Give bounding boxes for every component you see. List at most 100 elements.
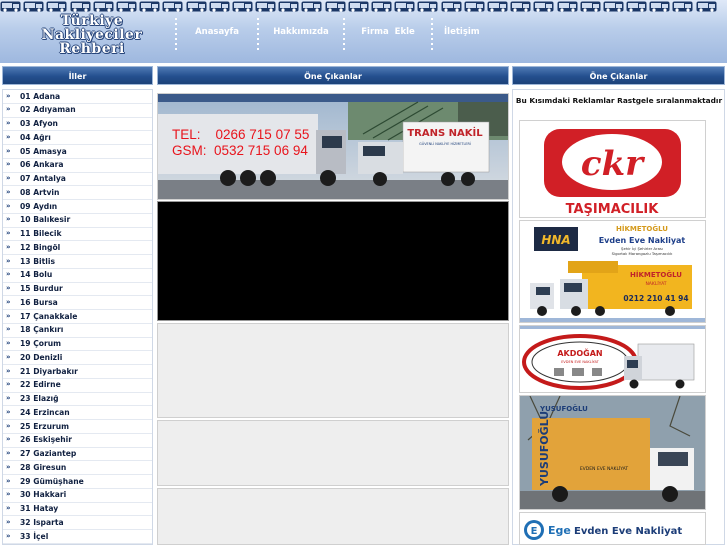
ad-yusufoglu-nakliyat[interactable]: YUSUFOĞLU EVDEN EVE NAKLİYAT YUSUFOĞLU [519,395,706,510]
ckr-name-text: TAŞIMACILIK [566,202,660,217]
city-label: 30 Hakkari [20,490,67,500]
main-nav: Anasayfa Hakkımızda Firma Ekle İletişim [166,18,494,50]
ad-hikmetoglu-nakliyat[interactable]: HNA HİKMETOĞLU Evden Eve Nakliyat Şehir … [519,220,706,323]
city-link[interactable]: » 18 Çankırı [3,324,152,338]
double-chevron-right-icon: » [6,504,11,512]
city-link[interactable]: » 16 Bursa [3,296,152,310]
featured-gsm-text: GSM: 0532 715 06 94 [172,143,308,158]
truck-icon [232,1,253,12]
city-link[interactable]: » 10 Balıkesir [3,214,152,228]
ad-akdogan-nakliyat[interactable]: AKDOĞAN EVDEN EVE NAKLİYAT [519,325,706,393]
city-link[interactable]: » 07 Antalya [3,173,152,187]
city-link[interactable]: » 14 Bolu [3,269,152,283]
city-link[interactable]: » 17 Çanakkale [3,310,152,324]
nav-add-company-link[interactable]: Firma Ekle [354,18,422,50]
hikmetoglu-sub-text: Evden Eve Nakliyat [599,236,686,245]
city-label: 01 Adana [20,91,61,101]
city-link[interactable]: » 33 İçel [3,530,152,544]
city-link[interactable]: » 26 Eskişehir [3,434,152,448]
double-chevron-right-icon: » [6,449,11,457]
featured-slot-3[interactable] [157,323,509,418]
city-link[interactable]: » 25 Erzurum [3,420,152,434]
double-chevron-right-icon: » [6,339,11,347]
double-chevron-right-icon: » [6,174,11,182]
city-label: 23 Elazığ [20,394,59,403]
double-chevron-right-icon: » [6,476,11,485]
yusufoglu-top-text: YUSUFOĞLU [539,404,588,413]
truck-brand-text: TRANS NAKİL [407,125,483,139]
city-label: 05 Amasya [20,146,67,156]
ckr-logo: ckr TAŞIMACILIK [544,129,681,217]
city-link[interactable]: » 22 Edirne [3,379,152,393]
truck-icon [93,1,114,12]
nav-contact-link[interactable]: İletişim [442,18,494,50]
truck-icon [348,1,369,12]
truck-icon [255,1,276,12]
city-link[interactable]: » 29 Gümüşhane [3,475,152,489]
truck-icon [23,1,44,12]
site-logo[interactable]: Türkiye Nakliyeciler Rehberi [22,14,162,56]
ege-ad-graphic: E Ege Evden Eve Nakliyat [520,513,705,544]
city-link[interactable]: » 21 Diyarbakır [3,365,152,379]
city-label: 04 Ağrı [20,132,51,142]
ege-logo-text: E [531,526,538,537]
site-header: Türkiye Nakliyeciler Rehberi Anasayfa Ha… [0,0,727,63]
city-link[interactable]: » 01 Adana [3,90,152,104]
hikmetoglu-truck-sub-text: NAKLİYAT [645,280,666,287]
city-link[interactable]: » 24 Erzincan [3,406,152,420]
city-link[interactable]: » 09 Aydın [3,200,152,214]
truck-icon [649,1,670,12]
city-link[interactable]: » 12 Bingöl [3,241,152,255]
featured-slot-5[interactable] [157,488,509,545]
featured-ads-column-header: Öne Çıkanlar [512,66,725,85]
double-chevron-right-icon: » [6,91,11,100]
nav-about-link[interactable]: Hakkımızda [268,18,334,50]
ege-name-text: Ege [548,524,571,537]
nav-home-link[interactable]: Anasayfa [186,18,248,50]
truck-icon [696,1,717,12]
city-label: 14 Bolu [20,270,53,280]
city-link[interactable]: » 11 Bilecik [3,228,152,242]
city-link[interactable]: » 32 Isparta [3,516,152,530]
double-chevron-right-icon: » [6,270,11,279]
city-link[interactable]: » 19 Çorum [3,338,152,352]
truck-icon [557,1,577,12]
truck-icon [278,1,299,12]
featured-banner-trans-nakil[interactable]: TRANS NAKİL GÜVENLİ NAKLİYE HİZMETLERİ T… [157,93,509,200]
city-label: 24 Erzincan [20,407,70,417]
truck-icon [371,1,392,12]
double-chevron-right-icon: » [6,366,11,375]
double-chevron-right-icon: » [6,421,11,430]
city-link[interactable]: » 04 Ağrı [3,131,152,145]
featured-slot-4[interactable] [157,420,509,486]
city-link[interactable]: » 08 Artvin [3,186,152,200]
featured-slot-2[interactable] [157,201,509,321]
city-link[interactable]: » 28 Giresun [3,461,152,475]
city-label: 08 Artvin [20,187,60,197]
logo-line-1: Türkiye [60,13,124,29]
city-label: 17 Çanakkale [20,311,78,321]
truck-icon [0,1,21,12]
truck-icon [186,1,206,12]
city-label: 21 Diyarbakır [20,366,78,376]
double-chevron-right-icon: » [6,407,11,416]
city-link[interactable]: » 23 Elazığ [3,393,152,407]
truck-icon [533,1,554,12]
city-link[interactable]: » 31 Hatay [3,503,152,517]
city-link[interactable]: » 02 Adıyaman [3,104,152,118]
city-link[interactable]: » 20 Denizli [3,351,152,365]
double-chevron-right-icon: » [6,187,11,196]
city-link[interactable]: » 03 Afyon [3,118,152,132]
city-link[interactable]: » 30 Hakkari [3,489,152,503]
ad-ege-nakliyat[interactable]: E Ege Evden Eve Nakliyat [519,512,706,545]
double-chevron-right-icon: » [6,160,11,169]
city-link[interactable]: » 06 Ankara [3,159,152,173]
trans-nakil-truck-photo: TRANS NAKİL GÜVENLİ NAKLİYE HİZMETLERİ T… [158,94,508,199]
city-link[interactable]: » 27 Gaziantep [3,448,152,462]
yusufoglu-sub-text: EVDEN EVE NAKLİYAT [580,465,629,472]
city-link[interactable]: » 13 Bitlis [3,255,152,269]
ad-ckr-tasimacilik[interactable]: ckr TAŞIMACILIK [519,120,706,218]
double-chevron-right-icon: » [6,256,11,265]
city-link[interactable]: » 05 Amasya [3,145,152,159]
city-link[interactable]: » 15 Burdur [3,283,152,297]
